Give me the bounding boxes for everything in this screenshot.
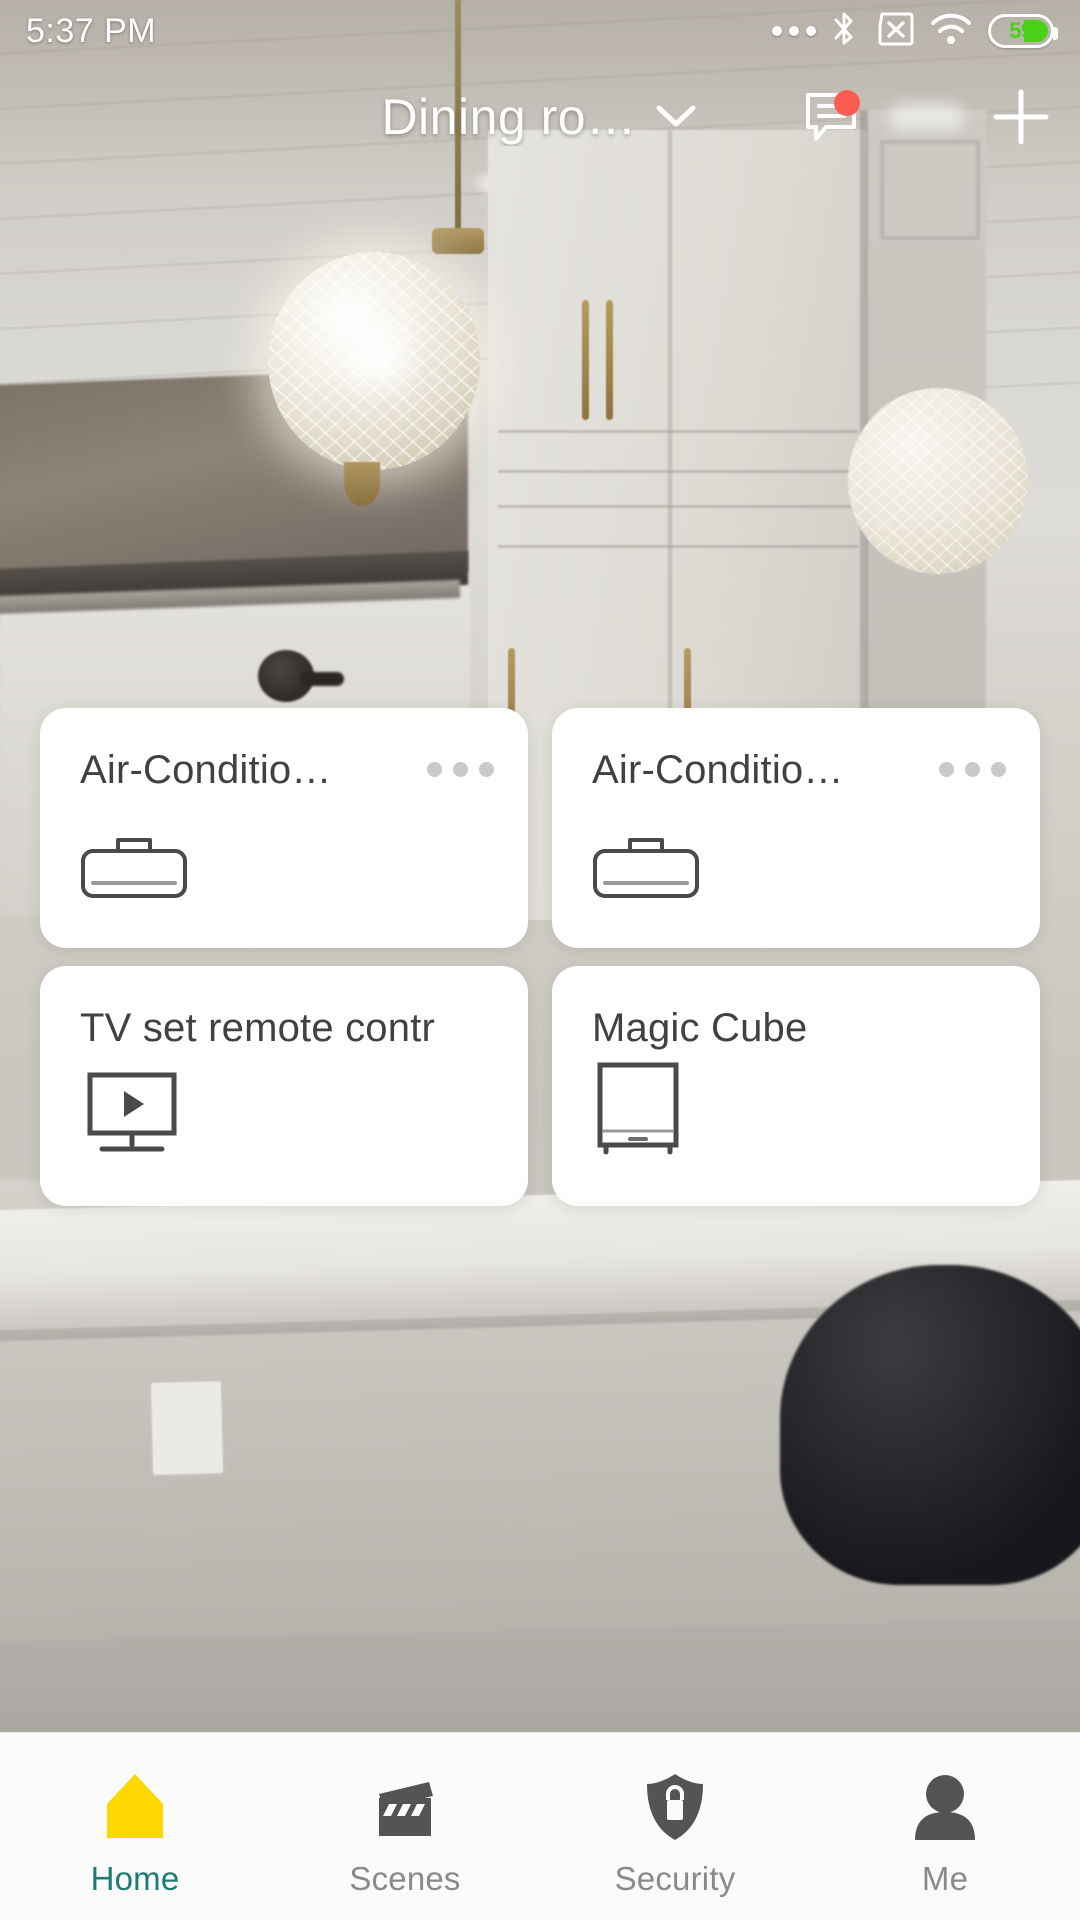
tab-scenes[interactable]: Scenes xyxy=(270,1733,540,1920)
no-sim-icon xyxy=(872,12,914,51)
tab-label: Security xyxy=(614,1859,736,1897)
more-options-icon[interactable] xyxy=(931,748,1006,777)
battery-percent: 59 xyxy=(1009,18,1033,43)
device-grid: Air-Conditio… Air-Conditio… TV set remot… xyxy=(40,708,1040,1206)
device-card-magic-cube[interactable]: Magic Cube xyxy=(552,966,1040,1206)
device-card-air-conditioner-2[interactable]: Air-Conditio… xyxy=(552,708,1040,948)
status-bar-clock: 5:37 PM xyxy=(26,11,157,50)
message-icon[interactable] xyxy=(804,88,862,146)
device-card-tv-remote[interactable]: TV set remote contr… xyxy=(40,966,528,1206)
status-bar: 5:37 PM 59 xyxy=(0,0,1080,62)
tv-icon xyxy=(80,1071,184,1162)
device-card-title: Magic Cube xyxy=(592,1006,808,1050)
magic-cube-icon xyxy=(592,1061,684,1162)
device-card-air-conditioner-1[interactable]: Air-Conditio… xyxy=(40,708,528,948)
device-card-title: TV set remote contr… xyxy=(80,1006,440,1050)
bluetooth-icon xyxy=(831,10,857,53)
app-header: Dining ro… xyxy=(0,62,1080,172)
device-card-title: Air-Conditio… xyxy=(80,748,332,792)
battery-icon: 59 xyxy=(988,14,1058,48)
air-conditioner-icon xyxy=(80,837,188,904)
plus-icon[interactable] xyxy=(990,86,1052,148)
bottom-navigation: Home Scenes Security Me xyxy=(0,1732,1080,1920)
chevron-down-icon[interactable] xyxy=(653,100,699,135)
air-conditioner-icon xyxy=(592,837,700,904)
app-screen: 5:37 PM 59 Dining ro… Air-Conditio… Air-… xyxy=(0,0,1080,1920)
wifi-icon xyxy=(929,12,973,51)
tab-security[interactable]: Security xyxy=(540,1733,810,1920)
device-card-title: Air-Conditio… xyxy=(592,748,844,792)
unread-badge xyxy=(834,90,860,116)
tab-home[interactable]: Home xyxy=(0,1733,270,1920)
blurred-pill-decoration xyxy=(888,103,964,131)
more-dots-icon xyxy=(772,26,816,36)
tab-label: Home xyxy=(90,1859,180,1897)
tab-me[interactable]: Me xyxy=(810,1733,1080,1920)
tab-label: Scenes xyxy=(349,1859,461,1897)
page-title: Dining ro… xyxy=(381,89,637,145)
clapperboard-icon xyxy=(367,1768,443,1842)
shield-lock-icon xyxy=(637,1768,713,1842)
home-icon xyxy=(97,1768,173,1842)
person-icon xyxy=(907,1768,983,1842)
more-options-icon[interactable] xyxy=(419,748,494,777)
tab-label: Me xyxy=(921,1859,969,1897)
